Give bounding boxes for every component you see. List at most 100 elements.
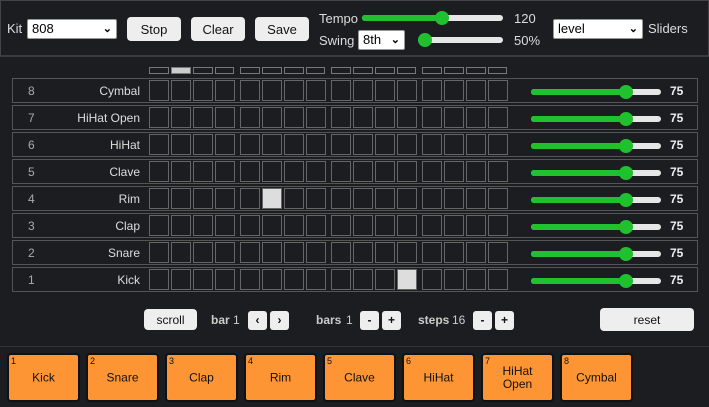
step-cell[interactable] bbox=[240, 242, 260, 263]
step-cell[interactable] bbox=[193, 215, 213, 236]
track-level-slider[interactable] bbox=[531, 112, 661, 126]
step-cell[interactable] bbox=[331, 269, 351, 290]
step-cell[interactable] bbox=[444, 80, 464, 101]
step-cell[interactable] bbox=[397, 242, 417, 263]
step-cell[interactable] bbox=[215, 161, 235, 182]
step-cell[interactable] bbox=[397, 107, 417, 128]
track-level-slider[interactable] bbox=[531, 166, 661, 180]
step-cell[interactable] bbox=[193, 134, 213, 155]
drum-pad[interactable]: 1 Kick bbox=[7, 353, 80, 402]
step-cell[interactable] bbox=[306, 107, 326, 128]
tempo-slider[interactable] bbox=[362, 11, 503, 25]
slider-thumb[interactable] bbox=[618, 220, 633, 234]
slider-thumb[interactable] bbox=[618, 166, 633, 180]
step-cell[interactable] bbox=[149, 107, 169, 128]
swing-slider[interactable] bbox=[418, 33, 503, 47]
step-cell[interactable] bbox=[171, 242, 191, 263]
step-cell[interactable] bbox=[353, 161, 373, 182]
step-cell[interactable] bbox=[171, 161, 191, 182]
step-cell[interactable] bbox=[375, 107, 395, 128]
step-cell[interactable] bbox=[466, 215, 486, 236]
step-cell[interactable] bbox=[240, 80, 260, 101]
step-cell[interactable] bbox=[331, 188, 351, 209]
step-cell[interactable] bbox=[149, 242, 169, 263]
step-cell[interactable] bbox=[353, 215, 373, 236]
reset-button[interactable]: reset bbox=[600, 308, 694, 331]
step-cell[interactable] bbox=[215, 269, 235, 290]
slider-thumb[interactable] bbox=[618, 139, 633, 153]
step-cell[interactable] bbox=[193, 242, 213, 263]
step-cell[interactable] bbox=[171, 80, 191, 101]
step-cell[interactable] bbox=[215, 242, 235, 263]
step-cell[interactable] bbox=[262, 269, 282, 290]
steps-plus-button[interactable]: + bbox=[495, 311, 514, 330]
slider-thumb[interactable] bbox=[618, 274, 633, 288]
step-cell[interactable] bbox=[149, 188, 169, 209]
step-cell[interactable] bbox=[353, 80, 373, 101]
drum-pad[interactable]: 6 HiHat bbox=[402, 353, 475, 402]
step-cell[interactable] bbox=[444, 188, 464, 209]
step-cell[interactable] bbox=[284, 242, 304, 263]
step-cell[interactable] bbox=[306, 242, 326, 263]
step-cell[interactable] bbox=[215, 215, 235, 236]
slider-thumb[interactable] bbox=[618, 85, 633, 99]
step-cell[interactable] bbox=[488, 80, 508, 101]
step-cell[interactable] bbox=[375, 80, 395, 101]
step-cell[interactable] bbox=[149, 161, 169, 182]
step-cell[interactable] bbox=[444, 107, 464, 128]
step-cell[interactable] bbox=[444, 161, 464, 182]
kit-select[interactable]: 808 ⌄ bbox=[27, 19, 117, 39]
step-cell[interactable] bbox=[306, 134, 326, 155]
track-level-slider[interactable] bbox=[531, 85, 661, 99]
step-cell[interactable] bbox=[284, 215, 304, 236]
step-cell[interactable] bbox=[306, 161, 326, 182]
step-cell[interactable] bbox=[240, 215, 260, 236]
track-level-slider[interactable] bbox=[531, 220, 661, 234]
step-cell[interactable] bbox=[262, 215, 282, 236]
clear-button[interactable]: Clear bbox=[191, 17, 245, 41]
step-cell[interactable] bbox=[444, 215, 464, 236]
step-cell[interactable] bbox=[306, 188, 326, 209]
step-cell[interactable] bbox=[215, 107, 235, 128]
bars-plus-button[interactable]: + bbox=[382, 311, 401, 330]
step-cell[interactable] bbox=[262, 161, 282, 182]
scroll-button[interactable]: scroll bbox=[144, 309, 197, 330]
step-cell[interactable] bbox=[171, 107, 191, 128]
step-cell[interactable] bbox=[397, 161, 417, 182]
step-cell[interactable] bbox=[422, 188, 442, 209]
step-cell[interactable] bbox=[397, 80, 417, 101]
step-cell[interactable] bbox=[149, 269, 169, 290]
step-cell[interactable] bbox=[240, 161, 260, 182]
step-cell[interactable] bbox=[171, 269, 191, 290]
step-cell[interactable] bbox=[262, 134, 282, 155]
step-cell[interactable] bbox=[444, 242, 464, 263]
slider-thumb[interactable] bbox=[618, 112, 633, 126]
step-cell[interactable] bbox=[444, 134, 464, 155]
step-cell[interactable] bbox=[193, 188, 213, 209]
drum-pad[interactable]: 8 Cymbal bbox=[560, 353, 633, 402]
step-cell[interactable] bbox=[353, 107, 373, 128]
track-level-slider[interactable] bbox=[531, 247, 661, 261]
step-cell[interactable] bbox=[240, 269, 260, 290]
step-cell[interactable] bbox=[488, 269, 508, 290]
sliders-select[interactable]: level ⌄ bbox=[553, 19, 643, 39]
step-cell[interactable] bbox=[149, 80, 169, 101]
drum-pad[interactable]: 2 Snare bbox=[86, 353, 159, 402]
step-cell[interactable] bbox=[284, 80, 304, 101]
steps-minus-button[interactable]: - bbox=[473, 311, 492, 330]
step-cell[interactable] bbox=[240, 107, 260, 128]
step-cell[interactable] bbox=[284, 134, 304, 155]
slider-thumb[interactable] bbox=[618, 247, 633, 261]
step-cell[interactable] bbox=[262, 107, 282, 128]
step-cell[interactable] bbox=[240, 134, 260, 155]
step-cell[interactable] bbox=[215, 134, 235, 155]
step-cell[interactable] bbox=[466, 188, 486, 209]
step-cell[interactable] bbox=[422, 134, 442, 155]
step-cell[interactable] bbox=[422, 80, 442, 101]
step-cell[interactable] bbox=[306, 80, 326, 101]
step-cell[interactable] bbox=[397, 215, 417, 236]
step-cell[interactable] bbox=[466, 80, 486, 101]
prev-bar-button[interactable]: ‹ bbox=[248, 311, 267, 330]
step-cell[interactable] bbox=[397, 269, 417, 290]
step-cell[interactable] bbox=[331, 161, 351, 182]
